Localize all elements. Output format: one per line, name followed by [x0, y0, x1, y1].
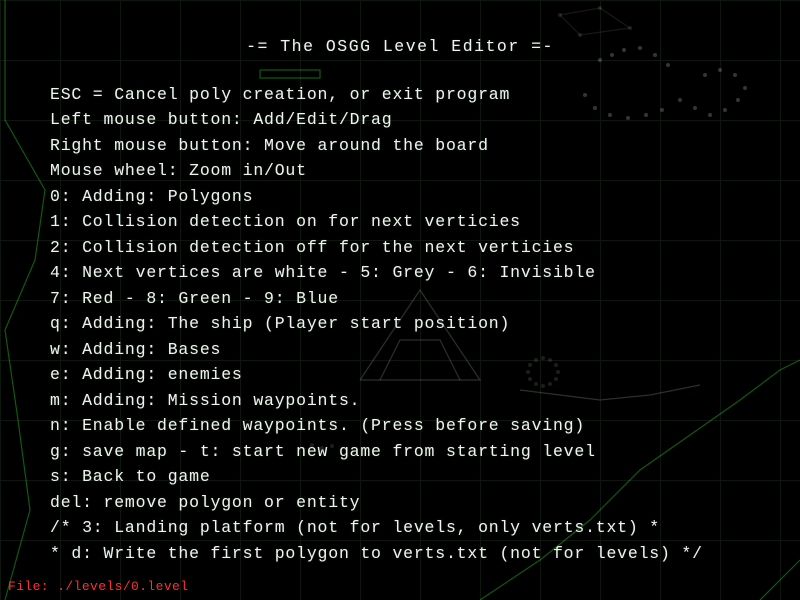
- help-line: g: save map - t: start new game from sta…: [50, 439, 750, 465]
- help-line: 7: Red - 8: Green - 9: Blue: [50, 286, 750, 312]
- help-line: m: Adding: Mission waypoints.: [50, 388, 750, 414]
- help-line: * d: Write the first polygon to verts.tx…: [50, 541, 750, 567]
- help-line: q: Adding: The ship (Player start positi…: [50, 311, 750, 337]
- help-lines: ESC = Cancel poly creation, or exit prog…: [50, 82, 750, 567]
- help-line: 2: Collision detection off for the next …: [50, 235, 750, 261]
- help-line: Left mouse button: Add/Edit/Drag: [50, 107, 750, 133]
- help-title: -= The OSGG Level Editor =-: [50, 34, 750, 60]
- file-status: File: ./levels/0.level: [8, 579, 188, 594]
- help-line: 1: Collision detection on for next verti…: [50, 209, 750, 235]
- help-line: /* 3: Landing platform (not for levels, …: [50, 515, 750, 541]
- file-status-prefix: File:: [8, 579, 57, 594]
- help-overlay: -= The OSGG Level Editor =- ESC = Cancel…: [0, 0, 800, 600]
- help-line: Right mouse button: Move around the boar…: [50, 133, 750, 159]
- help-line: 4: Next vertices are white - 5: Grey - 6…: [50, 260, 750, 286]
- help-line: w: Adding: Bases: [50, 337, 750, 363]
- editor-viewport[interactable]: -= The OSGG Level Editor =- ESC = Cancel…: [0, 0, 800, 600]
- help-line: del: remove polygon or entity: [50, 490, 750, 516]
- file-status-path: ./levels/0.level: [57, 579, 188, 594]
- help-line: s: Back to game: [50, 464, 750, 490]
- help-line: ESC = Cancel poly creation, or exit prog…: [50, 82, 750, 108]
- help-line: 0: Adding: Polygons: [50, 184, 750, 210]
- help-line: Mouse wheel: Zoom in/Out: [50, 158, 750, 184]
- help-line: e: Adding: enemies: [50, 362, 750, 388]
- help-line: n: Enable defined waypoints. (Press befo…: [50, 413, 750, 439]
